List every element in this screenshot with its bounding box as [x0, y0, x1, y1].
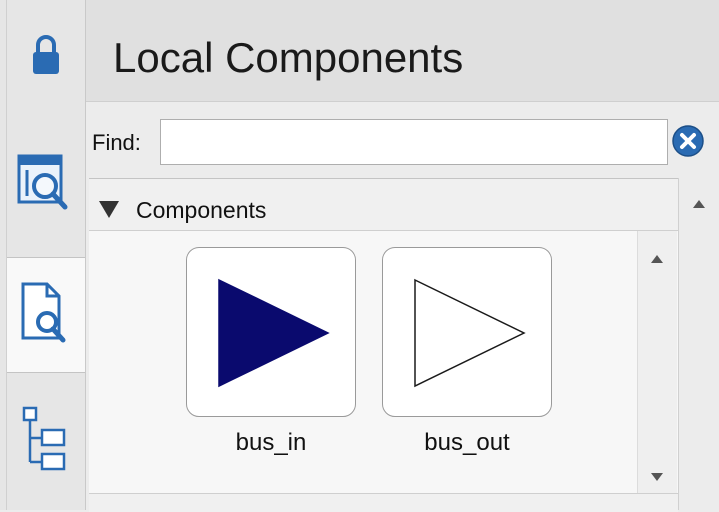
scroll-down-arrow-icon[interactable]: [650, 469, 664, 481]
panel-scrollbar[interactable]: [678, 178, 719, 510]
find-label: Find:: [92, 130, 141, 155]
clear-search-icon[interactable]: [671, 124, 705, 158]
panel-title: Local Components: [113, 34, 464, 81]
components-group-header[interactable]: Components: [89, 179, 678, 231]
components-grid: bus_in bus_out: [89, 231, 678, 493]
component-label-bus-out: bus_out: [424, 429, 510, 456]
tab-lock[interactable]: [7, 0, 85, 115]
tree-bottom-row: [89, 493, 678, 512]
components-scrollbar[interactable]: [637, 231, 677, 493]
expand-triangle-icon[interactable]: [98, 199, 119, 219]
lock-icon: [29, 33, 63, 82]
local-components-panel: Local Components Find: Components bus_in…: [86, 0, 719, 512]
document-search-icon: [17, 280, 75, 351]
components-group-label: Components: [136, 197, 267, 223]
panel-header: Local Components: [86, 0, 719, 102]
browse-search-icon: [15, 152, 77, 221]
hierarchy-tree-icon: [20, 404, 72, 479]
tab-document-search[interactable]: [7, 257, 85, 373]
tab-hierarchy[interactable]: [7, 373, 85, 510]
panel-scroll-up-arrow-icon[interactable]: [692, 196, 706, 208]
tab-browse[interactable]: [7, 115, 85, 257]
component-card-bus-in[interactable]: [186, 247, 356, 417]
bus-out-icon: [414, 278, 526, 388]
component-tree: Components bus_in bus_out: [89, 178, 719, 512]
bus-in-icon: [218, 278, 330, 388]
find-input[interactable]: [160, 119, 668, 165]
component-card-bus-out[interactable]: [382, 247, 552, 417]
side-tab-strip: [0, 0, 86, 510]
find-row: Find:: [86, 102, 719, 178]
component-label-bus-in: bus_in: [235, 429, 307, 456]
scroll-up-arrow-icon[interactable]: [650, 251, 664, 263]
